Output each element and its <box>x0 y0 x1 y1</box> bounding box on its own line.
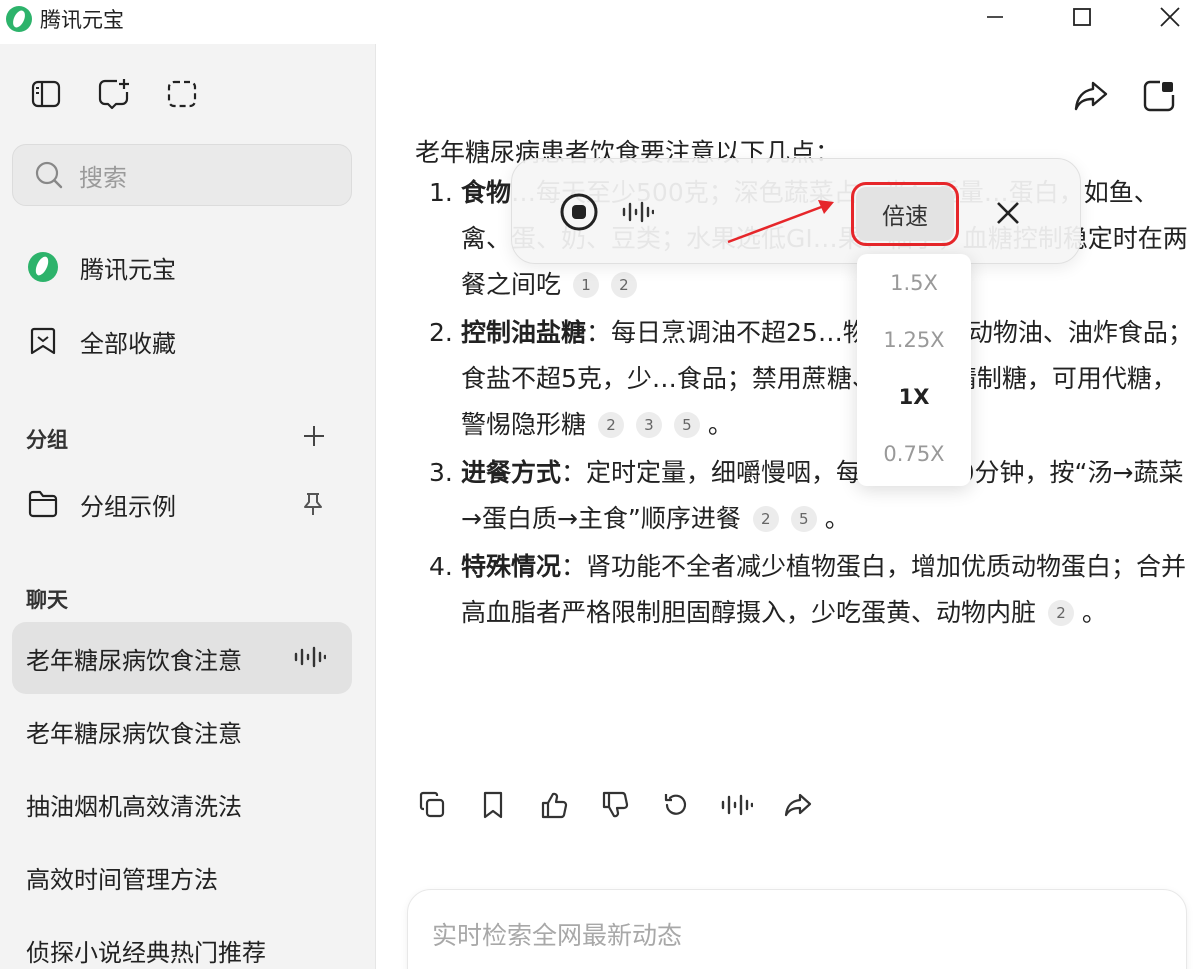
close-icon <box>997 202 1019 224</box>
new-window-button[interactable] <box>1139 76 1179 116</box>
chat-item[interactable]: 抽油烟机高效清洗法 <box>12 768 352 840</box>
sidebar-item-label: 腾讯元宝 <box>80 255 176 284</box>
sentence-end: 。 <box>1081 598 1107 627</box>
citation-badge[interactable]: 3 <box>635 412 662 438</box>
chat-input[interactable]: 实时检索全网最新动态 <box>407 889 1187 969</box>
group-item-example[interactable]: 分组示例 <box>0 479 376 529</box>
list-item: 4. 特殊情况：肾功能不全者减少植物蛋白，增加优质动物蛋白；合并高血脂者严格限制… <box>429 552 1187 627</box>
close-playback-button[interactable] <box>988 193 1028 233</box>
forward-button[interactable] <box>781 788 815 822</box>
thumbs-down-icon <box>602 791 629 818</box>
group-item-label: 分组示例 <box>80 492 176 521</box>
citation-badge[interactable]: 2 <box>752 506 779 532</box>
chat-item[interactable]: 老年糖尿病饮食注意 <box>12 695 352 767</box>
citation-badge[interactable]: 2 <box>1047 600 1074 626</box>
new-chat-button[interactable] <box>96 76 132 112</box>
bookmark-button[interactable] <box>476 788 510 822</box>
close-icon <box>1160 7 1180 27</box>
voice-wave-icon <box>294 646 327 672</box>
annotation-arrow <box>727 200 834 244</box>
folder-icon <box>26 487 60 521</box>
pin-icon[interactable] <box>300 491 326 521</box>
chat-item-label: 抽油烟机高效清洗法 <box>26 792 242 821</box>
list-item: 2. 控制油盐糖：每日烹调油不超25…物油，少吃动物油、油炸食品；食盐不超5克，… <box>429 318 1193 439</box>
refresh-icon <box>664 794 687 815</box>
chat-item-active[interactable]: 老年糖尿病饮食注意 <box>12 622 352 694</box>
speed-option-0-75x[interactable]: 0.75X <box>857 425 971 482</box>
bookmark-icon <box>26 324 60 358</box>
sidebar: 搜索 腾讯元宝 全部收藏 分组 分组示例 聊天 老年糖尿病饮食注意 老年糖尿病饮… <box>0 44 376 969</box>
citation-badge[interactable]: 1 <box>572 272 599 298</box>
maximize-button[interactable] <box>1052 0 1112 34</box>
minimize-icon <box>987 16 1003 18</box>
chats-section-title: 聊天 <box>26 588 68 612</box>
read-aloud-button[interactable] <box>720 788 754 822</box>
chat-item-label: 老年糖尿病饮食注意 <box>26 719 242 748</box>
input-placeholder: 实时检索全网最新动态 <box>432 921 683 950</box>
dislike-button[interactable] <box>598 788 632 822</box>
copy-button[interactable] <box>415 788 449 822</box>
copy-icon <box>419 791 445 818</box>
citation-badge[interactable]: 5 <box>673 412 700 438</box>
stop-icon <box>560 193 598 231</box>
regenerate-button[interactable] <box>659 788 693 822</box>
speed-option-1-25x[interactable]: 1.25X <box>857 311 971 368</box>
sentence-end: 。 <box>707 410 733 439</box>
search-box[interactable]: 搜索 <box>12 144 352 206</box>
speed-option-1-5x[interactable]: 1.5X <box>857 254 971 311</box>
sidebar-item-label: 全部收藏 <box>80 329 176 358</box>
minimize-button[interactable] <box>965 0 1025 34</box>
yuanbao-logo-icon <box>26 250 60 284</box>
share-icon <box>784 793 812 817</box>
message-actions <box>415 788 842 822</box>
sidebar-item-favorites[interactable]: 全部收藏 <box>0 316 376 366</box>
thumbs-up-icon <box>541 792 568 819</box>
sidebar-item-yuanbao[interactable]: 腾讯元宝 <box>0 242 376 292</box>
title-bar: 腾讯元宝 <box>0 0 1200 38</box>
list-item: 3. 进餐方式：定时定量，细嚼慢咽，每餐20 - 30分钟，按“汤→蔬菜→蛋白质… <box>429 458 1184 533</box>
add-group-button[interactable] <box>300 422 328 450</box>
screenshot-button[interactable] <box>164 76 200 112</box>
speed-option-1x[interactable]: 1X <box>857 368 971 425</box>
citation-badge[interactable]: 5 <box>790 506 817 532</box>
sidebar-toggle-icon <box>31 80 61 108</box>
sentence-end: 。 <box>824 504 850 533</box>
share-button[interactable] <box>1071 76 1111 116</box>
share-icon <box>1074 81 1108 111</box>
groups-section-title: 分组 <box>26 428 68 452</box>
chat-item[interactable]: 侦探小说经典热门推荐 <box>12 914 352 969</box>
citation-badge[interactable]: 2 <box>610 272 637 298</box>
like-button[interactable] <box>537 788 571 822</box>
dashed-frame-icon <box>167 80 197 108</box>
plus-icon <box>304 426 324 446</box>
new-chat-icon <box>98 79 129 110</box>
search-icon <box>33 159 65 191</box>
window-title: 腾讯元宝 <box>40 8 124 32</box>
toggle-sidebar-button[interactable] <box>28 76 64 112</box>
speed-menu: 1.5X 1.25X 1X 0.75X <box>857 254 971 486</box>
app-logo-icon <box>6 6 32 32</box>
chat-item-label: 侦探小说经典热门推荐 <box>26 938 266 967</box>
speed-button[interactable]: 倍速 <box>851 182 959 246</box>
window-icon <box>1143 80 1175 112</box>
citation-badge[interactable]: 2 <box>597 412 624 438</box>
search-placeholder: 搜索 <box>79 163 127 192</box>
maximize-icon <box>1073 8 1091 26</box>
bookmark-icon <box>483 791 503 819</box>
chat-item-label: 老年糖尿病饮食注意 <box>26 646 242 675</box>
voice-wave-icon <box>721 794 753 816</box>
chat-item-label: 高效时间管理方法 <box>26 865 218 894</box>
close-window-button[interactable] <box>1140 0 1200 34</box>
stop-button[interactable] <box>558 191 600 233</box>
voice-wave-icon <box>620 197 656 227</box>
chat-item[interactable]: 高效时间管理方法 <box>12 841 352 913</box>
